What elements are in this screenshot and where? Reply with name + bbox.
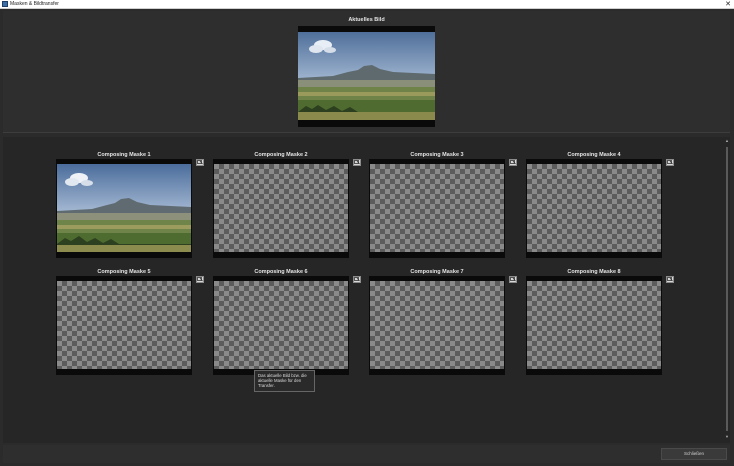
close-button[interactable]: Schließen	[661, 448, 727, 460]
scroll-down-icon[interactable]: ▼	[725, 435, 729, 439]
transparency-checkerboard	[57, 281, 191, 369]
transparency-checkerboard	[370, 281, 504, 369]
transfer-icon[interactable]	[666, 159, 674, 166]
mask-preview-frame[interactable]	[526, 276, 662, 375]
close-icon[interactable]: ✕	[725, 0, 731, 9]
transparency-checkerboard	[214, 164, 348, 252]
transfer-icon[interactable]	[353, 276, 361, 283]
mask-slot-7[interactable]: Composing Maske 7	[369, 269, 517, 387]
mask-preview-frame[interactable]	[56, 276, 192, 375]
mask-label: Composing Maske 5	[97, 269, 151, 275]
mask-slot-2[interactable]: Composing Maske 2	[213, 152, 361, 270]
mask-label: Composing Maske 7	[410, 269, 464, 275]
transparency-checkerboard	[527, 164, 661, 252]
landscape-photo	[298, 32, 435, 120]
transparency-checkerboard	[527, 281, 661, 369]
mask-label: Composing Maske 3	[410, 152, 464, 158]
mask-preview-frame[interactable]	[526, 159, 662, 258]
transfer-icon[interactable]	[666, 276, 674, 283]
current-image-label: Aktuelles Bild	[348, 17, 385, 23]
mask-label: Composing Maske 2	[254, 152, 308, 158]
transparency-checkerboard	[370, 164, 504, 252]
current-image-panel: Aktuelles Bild	[3, 11, 730, 133]
mask-label: Composing Maske 8	[567, 269, 621, 275]
mask-preview-frame[interactable]	[369, 159, 505, 258]
mask-grid: ▲ ▼ Composing Maske 1 Composing Maske 2 …	[3, 137, 730, 443]
scroll-up-icon[interactable]: ▲	[725, 139, 729, 143]
scroll-thumb[interactable]	[726, 147, 728, 431]
mask-slot-1[interactable]: Composing Maske 1	[56, 152, 204, 270]
mask-slot-5[interactable]: Composing Maske 5	[56, 269, 204, 387]
title-bar: Masken & Bildtransfer ✕	[0, 0, 734, 9]
transfer-icon[interactable]	[509, 276, 517, 283]
transfer-icon[interactable]	[196, 159, 204, 166]
mask-slot-4[interactable]: Composing Maske 4	[526, 152, 674, 270]
footer-bar: Schließen	[3, 445, 730, 463]
mask-label: Composing Maske 4	[567, 152, 621, 158]
mask-slot-8[interactable]: Composing Maske 8	[526, 269, 674, 387]
mask-image	[57, 164, 191, 252]
mask-preview-frame[interactable]	[56, 159, 192, 258]
mask-preview-frame[interactable]	[213, 276, 349, 375]
mask-slot-3[interactable]: Composing Maske 3	[369, 152, 517, 270]
mask-label: Composing Maske 1	[97, 152, 151, 158]
vertical-scrollbar[interactable]: ▲ ▼	[725, 139, 729, 439]
landscape-photo	[57, 164, 191, 252]
transparency-checkerboard	[214, 281, 348, 369]
transfer-icon[interactable]	[353, 159, 361, 166]
mask-preview-frame[interactable]	[213, 159, 349, 258]
app-icon	[2, 1, 8, 7]
transfer-icon[interactable]	[509, 159, 517, 166]
transfer-icon[interactable]	[196, 276, 204, 283]
mask-label: Composing Maske 6	[254, 269, 308, 275]
window-title: Masken & Bildtransfer	[10, 1, 59, 7]
current-image-preview	[298, 26, 435, 127]
mask-preview-frame[interactable]	[369, 276, 505, 375]
transfer-tooltip: Das aktuelle Bild bzw. die aktuelle Mask…	[254, 370, 315, 392]
